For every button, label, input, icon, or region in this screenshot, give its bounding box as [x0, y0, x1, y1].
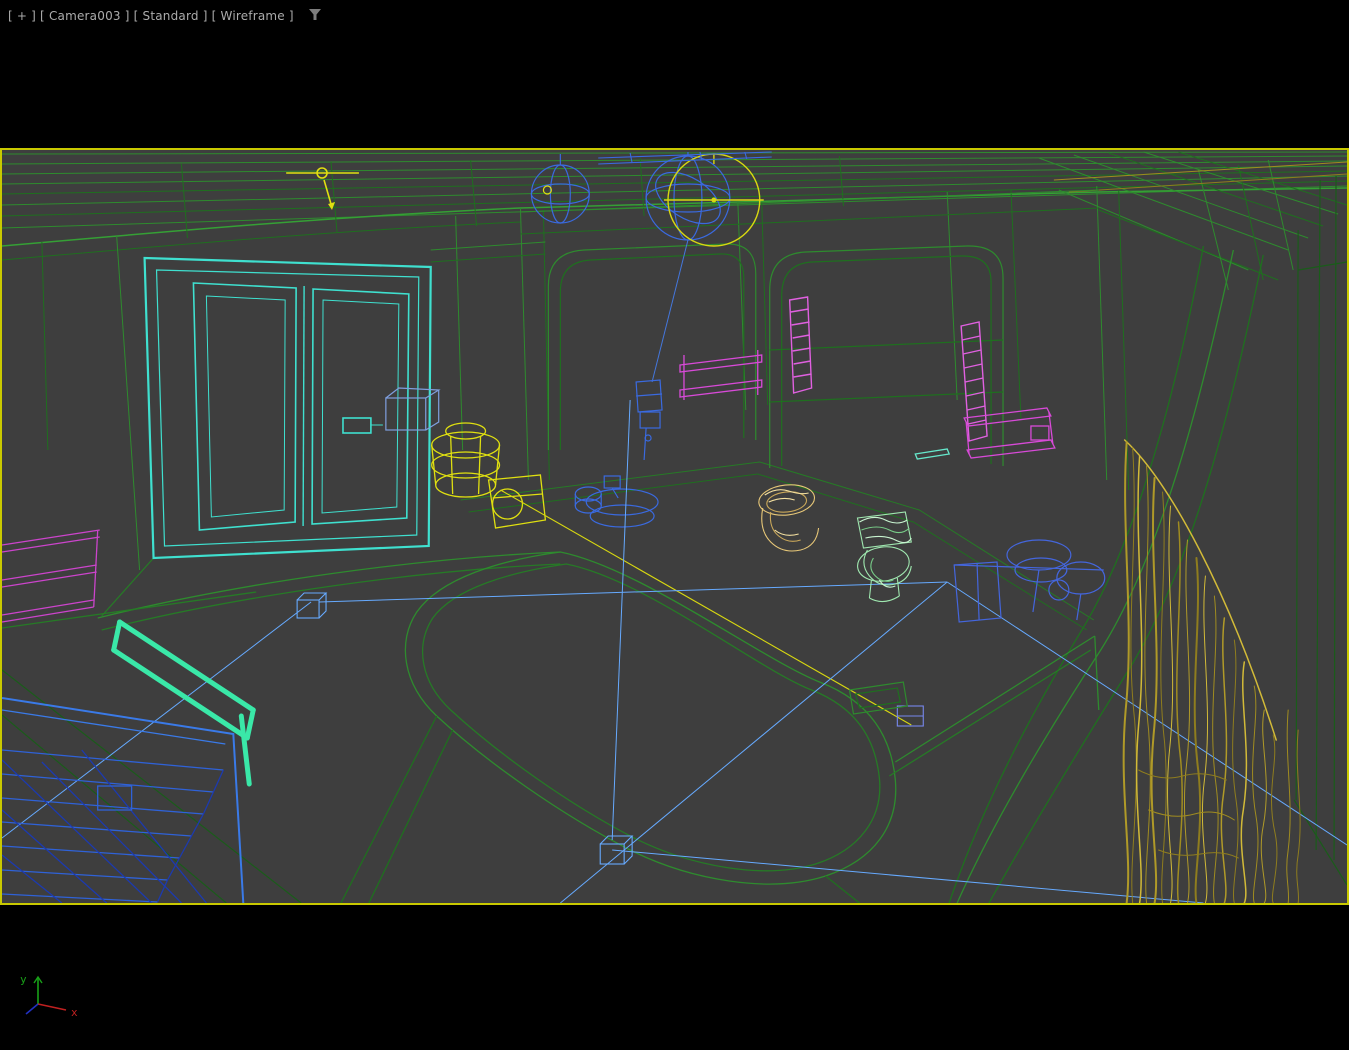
- shelf-right[interactable]: [963, 407, 1056, 459]
- cube-helper-left[interactable]: [296, 592, 328, 619]
- bidet[interactable]: [757, 482, 820, 552]
- viewport-canvas[interactable]: [2, 150, 1347, 903]
- viewport-label: [ + ] [ Camera003 ] [ Standard ] [ Wiref…: [8, 8, 322, 24]
- wall-shelves-left[interactable]: [2, 529, 100, 623]
- viewport-menu-shading[interactable]: [ Wireframe ]: [212, 9, 294, 23]
- staircase[interactable]: [2, 697, 245, 903]
- axis-y: y: [20, 973, 43, 1004]
- viewport-filter-icon[interactable]: [308, 8, 322, 24]
- application-stage: [ + ] [ Camera003 ] [ Standard ] [ Wiref…: [0, 0, 1349, 1050]
- box-helper-right[interactable]: [896, 705, 924, 727]
- world-axis-gizmo: y x: [16, 970, 96, 1022]
- toilet[interactable]: [855, 511, 912, 603]
- curved-wall-right[interactable]: [948, 245, 1264, 903]
- room-walls[interactable]: [41, 185, 1130, 631]
- towel-radiator-left[interactable]: [788, 296, 813, 394]
- viewport-menu-general[interactable]: [ + ]: [8, 9, 36, 23]
- shelf-center[interactable]: [679, 350, 763, 400]
- towel-radiator-right[interactable]: [960, 321, 988, 442]
- towel-rack-teal[interactable]: [111, 619, 256, 787]
- wall-arches[interactable]: [547, 243, 1004, 468]
- ceiling-light-right[interactable]: [645, 152, 731, 383]
- double-door[interactable]: [143, 256, 432, 560]
- ceiling-strip-blue[interactable]: [598, 151, 772, 165]
- step-box[interactable]: [848, 681, 908, 715]
- small-shelf-teal[interactable]: [914, 448, 951, 460]
- axis-y-label: y: [20, 973, 27, 986]
- floor-platform[interactable]: [2, 551, 1096, 903]
- shower-curtain[interactable]: [1122, 439, 1301, 903]
- axis-x: x: [37, 1003, 78, 1019]
- ceiling-light-left[interactable]: [530, 154, 590, 224]
- axis-x-label: x: [71, 1006, 78, 1019]
- sink-right[interactable]: [953, 539, 1106, 623]
- window-frame-right[interactable]: [1293, 175, 1347, 886]
- axis-z: [25, 1003, 39, 1015]
- camera-viewport[interactable]: [0, 148, 1349, 905]
- door-handle[interactable]: [342, 417, 372, 434]
- faucet-column[interactable]: [635, 379, 663, 461]
- viewport-menu-style[interactable]: [ Standard ]: [134, 9, 208, 23]
- viewport-menu-pov[interactable]: [ Camera003 ]: [40, 9, 130, 23]
